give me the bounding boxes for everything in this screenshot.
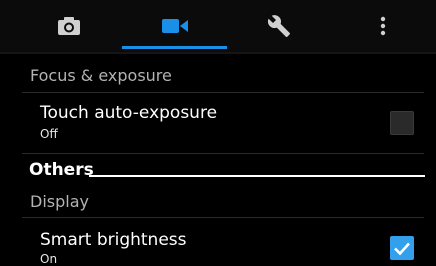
tab-tools[interactable]: [224, 0, 333, 52]
section-header-display: Display: [30, 192, 89, 211]
tab-bar-divider: [0, 52, 436, 54]
smart-brightness-title: Smart brightness: [40, 230, 187, 250]
touch-auto-exposure-checkbox[interactable]: [390, 111, 414, 135]
camera-icon: [57, 17, 80, 35]
tab-photo[interactable]: [14, 0, 123, 52]
category-others-underline: [89, 175, 425, 177]
touch-auto-exposure-value: Off: [40, 127, 58, 141]
settings-tab-bar: [0, 0, 436, 52]
smart-brightness-value: On: [40, 252, 58, 266]
category-others: Others: [29, 160, 94, 180]
wrench-icon: [267, 15, 290, 37]
section-header-focus-exposure: Focus & exposure: [30, 66, 172, 85]
tab-more[interactable]: [328, 0, 436, 52]
section-divider: [22, 217, 424, 218]
checkmark-icon: [394, 242, 410, 256]
video-camera-icon: [161, 19, 188, 33]
more-vert-icon: [380, 16, 385, 36]
touch-auto-exposure-title: Touch auto-exposure: [40, 103, 218, 123]
smart-brightness-checkbox[interactable]: [390, 236, 414, 260]
item-divider: [22, 153, 424, 154]
tab-video[interactable]: [120, 0, 229, 52]
selected-tab-indicator: [122, 46, 227, 49]
section-divider: [22, 92, 424, 93]
